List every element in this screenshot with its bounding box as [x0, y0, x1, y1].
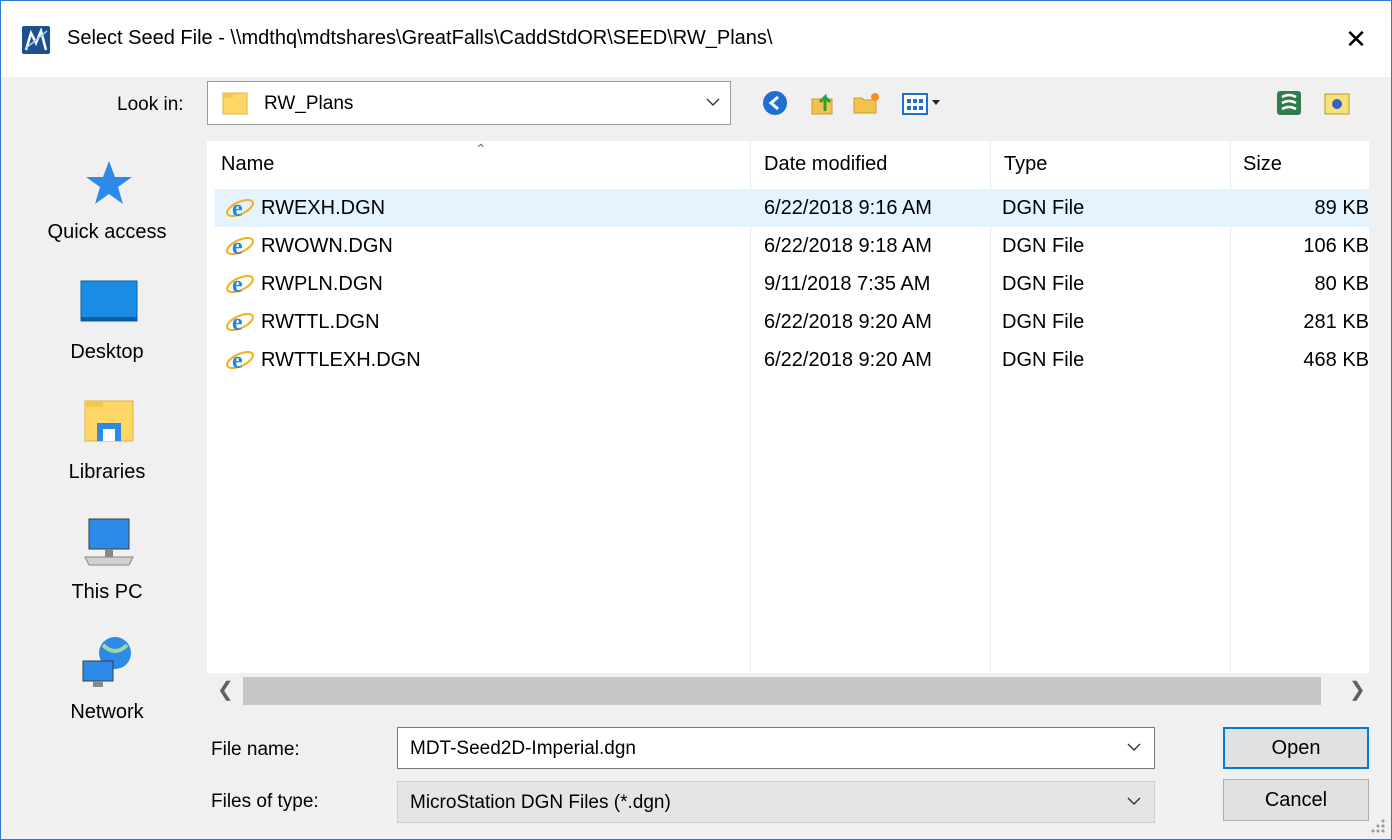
place-network[interactable]: Network [21, 621, 201, 739]
file-name: RWTTLEXH.DGN [261, 349, 421, 371]
title-bar: Select Seed File - \\mdthq\mdtshares\Gre… [1, 1, 1391, 77]
column-header-size[interactable]: Size [1243, 141, 1369, 187]
place-desktop[interactable]: Desktop [21, 261, 201, 379]
back-button[interactable] [759, 87, 791, 119]
file-row[interactable]: e RWTTLEXH.DGN 6/22/2018 9:20 AM DGN Fil… [215, 341, 1369, 379]
dgn-file-icon: e [226, 310, 254, 336]
place-quick-access[interactable]: Quick access [21, 141, 201, 259]
view-menu-icon [902, 93, 940, 115]
file-type: DGN File [1002, 197, 1085, 219]
file-row[interactable]: e RWPLN.DGN 9/11/2018 7:35 AM DGN File 8… [215, 265, 1369, 303]
folder-properties-icon [1324, 93, 1350, 115]
file-type: DGN File [1002, 311, 1085, 333]
desktop-icon [80, 280, 138, 322]
files-of-type-value: MicroStation DGN Files (*.dgn) [410, 792, 671, 813]
scrollbar-thumb[interactable] [243, 677, 1321, 705]
network-globe-button[interactable] [1273, 87, 1305, 119]
scroll-left-icon[interactable]: ❮ [217, 677, 234, 702]
computer-icon [84, 518, 134, 566]
column-header-label: Size [1243, 153, 1282, 175]
column-header-date-modified[interactable]: Date modified [764, 141, 990, 187]
file-date: 6/22/2018 9:20 AM [764, 349, 932, 371]
file-name-label: File name: [211, 739, 300, 760]
file-row[interactable]: e RWEXH.DGN 6/22/2018 9:16 AM DGN File 8… [215, 189, 1369, 227]
file-name: RWEXH.DGN [261, 197, 386, 219]
chevron-down-icon[interactable] [1126, 740, 1142, 754]
place-label: Libraries [68, 461, 146, 483]
place-label: Desktop [70, 341, 144, 363]
resize-grip-icon[interactable] [1367, 815, 1387, 835]
scroll-right-icon[interactable]: ❯ [1349, 677, 1366, 702]
view-menu-button[interactable] [899, 87, 949, 119]
files-of-type-label: Files of type: [211, 791, 319, 812]
column-header-label: Type [1004, 153, 1048, 175]
select-seed-file-dialog: Select Seed File - \\mdthq\mdtshares\Gre… [0, 0, 1392, 840]
dgn-file-icon: e [226, 234, 254, 260]
place-label: Quick access [47, 221, 167, 243]
files-of-type-dropdown[interactable]: MicroStation DGN Files (*.dgn) [397, 781, 1155, 823]
chevron-down-icon [1127, 797, 1141, 805]
file-row[interactable]: e RWOWN.DGN 6/22/2018 9:18 AM DGN File 1… [215, 227, 1369, 265]
dgn-file-icon: e [226, 196, 254, 222]
svg-text:e: e [232, 272, 243, 298]
file-row[interactable]: e RWTTL.DGN 6/22/2018 9:20 AM DGN File 2… [215, 303, 1369, 341]
file-type: DGN File [1002, 235, 1085, 257]
file-date: 9/11/2018 7:35 AM [764, 273, 931, 295]
file-size: 281 KB [1303, 311, 1369, 333]
star-icon [86, 161, 132, 204]
file-size: 106 KB [1303, 235, 1369, 257]
column-header-label: Date modified [764, 153, 888, 175]
up-folder-icon [811, 93, 833, 115]
back-icon [763, 91, 787, 115]
column-header-label: Name [221, 153, 275, 175]
horizontal-scrollbar[interactable]: ❮ ❯ [207, 673, 1369, 709]
dgn-file-icon: e [226, 272, 254, 298]
microstation-app-icon [22, 26, 50, 54]
file-list-view[interactable]: ⌃ Name Date modified Type Size e RWEXH.D… [207, 141, 1369, 673]
file-size: 89 KB [1314, 197, 1369, 219]
file-date: 6/22/2018 9:16 AM [764, 197, 932, 219]
close-icon: ✕ [1345, 23, 1367, 54]
create-new-folder-button[interactable] [851, 87, 883, 119]
svg-text:e: e [232, 196, 243, 222]
place-label: This PC [71, 581, 143, 603]
place-label: Network [70, 701, 144, 723]
new-folder-icon [853, 93, 879, 114]
cancel-button[interactable]: Cancel [1223, 779, 1369, 821]
look-in-dropdown[interactable]: RW_Plans [207, 81, 731, 125]
chevron-down-icon [706, 98, 720, 106]
column-header-name[interactable]: Name [221, 141, 749, 187]
folder-properties-button[interactable] [1321, 87, 1353, 119]
up-one-level-button[interactable] [807, 87, 839, 119]
file-date: 6/22/2018 9:18 AM [764, 235, 932, 257]
file-size: 468 KB [1303, 349, 1369, 371]
folder-icon [222, 92, 248, 115]
dgn-file-icon: e [226, 348, 254, 374]
file-name-value: MDT-Seed2D-Imperial.dgn [410, 738, 636, 759]
file-type: DGN File [1002, 349, 1085, 371]
file-date: 6/22/2018 9:20 AM [764, 311, 932, 333]
file-name: RWOWN.DGN [261, 235, 393, 257]
network-icon [82, 637, 131, 687]
libraries-icon [84, 400, 134, 442]
file-name: RWPLN.DGN [261, 273, 383, 295]
svg-text:e: e [232, 310, 243, 336]
svg-text:e: e [232, 348, 243, 374]
svg-text:e: e [232, 234, 243, 260]
network-globe-icon [1277, 91, 1301, 115]
file-name: RWTTL.DGN [261, 311, 380, 333]
window-title: Select Seed File - \\mdthq\mdtshares\Gre… [67, 27, 773, 49]
place-this-pc[interactable]: This PC [21, 501, 201, 619]
look-in-label: Look in: [117, 94, 184, 115]
look-in-value: RW_Plans [264, 93, 354, 114]
file-size: 80 KB [1314, 273, 1369, 295]
file-type: DGN File [1002, 273, 1085, 295]
column-header-type[interactable]: Type [1004, 141, 1230, 187]
file-name-combobox[interactable]: MDT-Seed2D-Imperial.dgn [397, 727, 1155, 769]
open-button[interactable]: Open [1223, 727, 1369, 769]
place-libraries[interactable]: Libraries [21, 381, 201, 499]
close-button[interactable]: ✕ [1331, 15, 1381, 63]
